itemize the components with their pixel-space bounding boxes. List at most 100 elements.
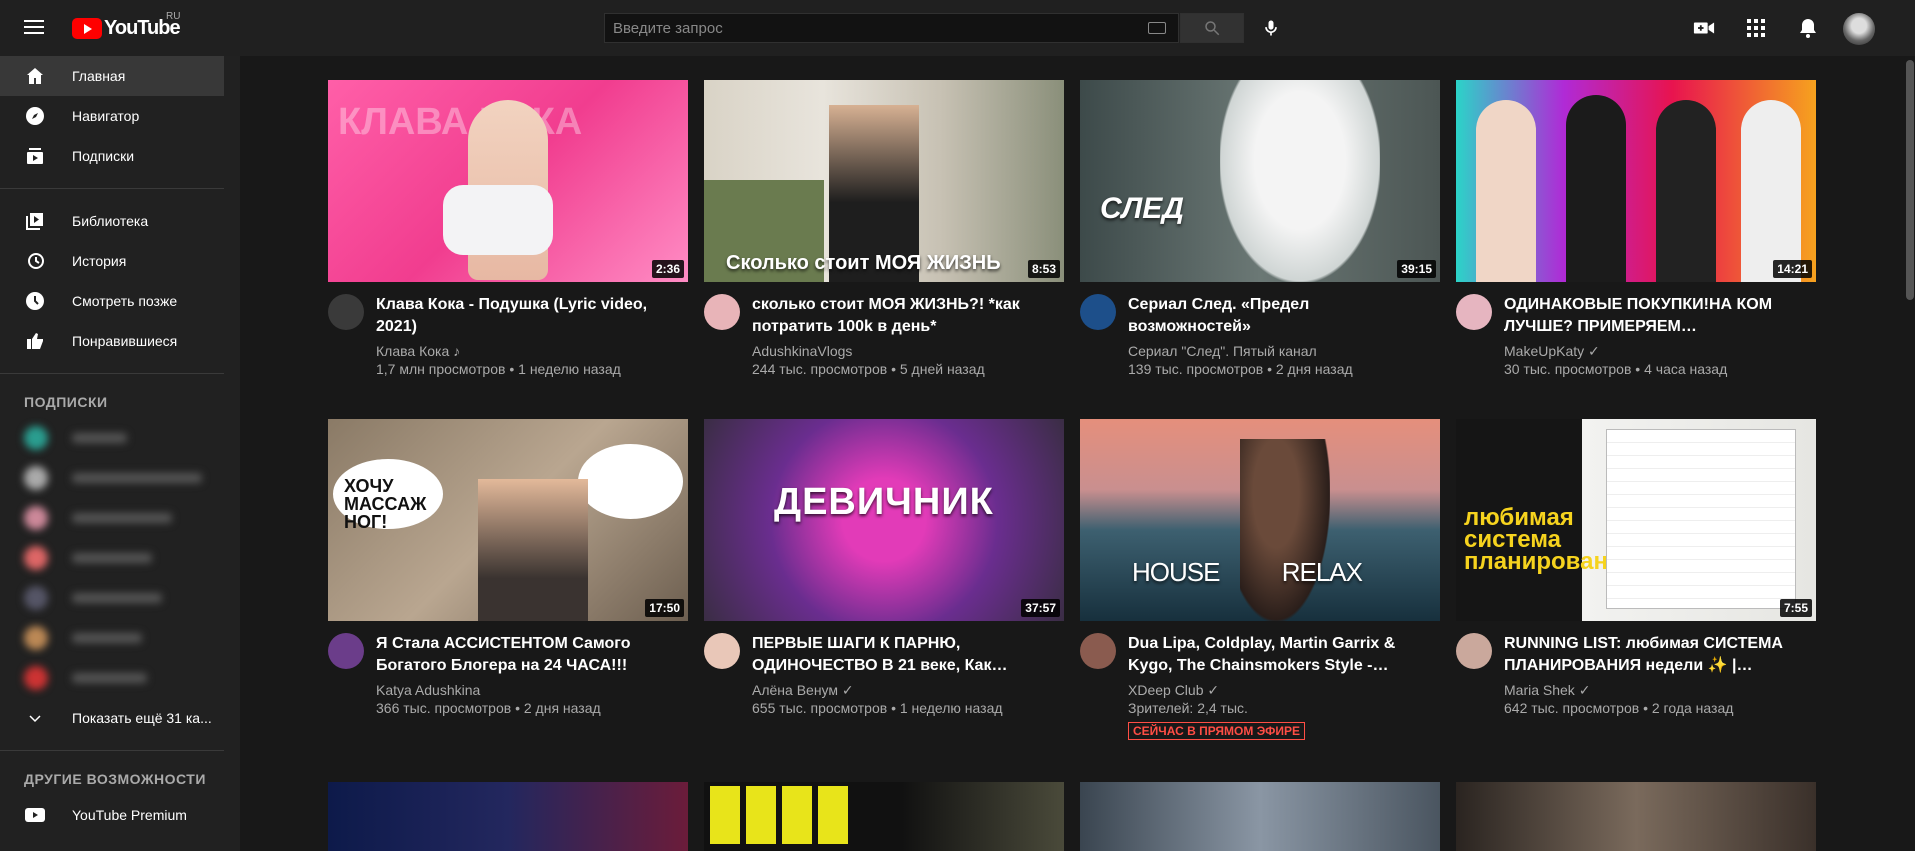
channel-name — [72, 633, 142, 643]
sidebar-item-liked[interactable]: Понравившиеся — [0, 321, 240, 361]
subscription-item[interactable] — [0, 418, 240, 458]
video-stats: 244 тыс. просмотров • 5 дней назад — [752, 361, 985, 377]
video-stats: 1,7 млн просмотров • 1 неделю назад — [376, 361, 621, 377]
video-stats: 642 тыс. просмотров • 2 года назад — [1504, 700, 1734, 716]
video-title[interactable]: Dua Lipa, Coldplay, Martin Garrix & Kygo… — [1128, 633, 1428, 677]
upload-age: 2 года назад — [1651, 700, 1734, 716]
video-card[interactable]: Сколько стоит МОЯ ЖИЗНЬ 8:53 сколько сто… — [704, 80, 1064, 378]
page-scrollbar[interactable] — [1905, 56, 1915, 851]
subscription-item[interactable] — [0, 658, 240, 698]
youtube-premium-icon — [24, 804, 46, 826]
video-thumbnail[interactable] — [1080, 782, 1440, 851]
video-title[interactable]: ПЕРВЫЕ ШАГИ К ПАРНЮ, ОДИНОЧЕСТВО В 21 ве… — [752, 633, 1052, 677]
video-card[interactable]: 14:21 ОДИНАКОВЫЕ ПОКУПКИ!НА КОМ ЛУЧШЕ? П… — [1456, 80, 1816, 378]
channel-avatar[interactable] — [1080, 294, 1116, 330]
channel-name[interactable]: Клава Кока ♪ — [376, 342, 676, 360]
apps-button[interactable] — [1742, 14, 1770, 42]
divider — [0, 373, 224, 374]
channel-name[interactable]: Алёна Венум ✓ — [752, 681, 1052, 699]
sidebar-item-library[interactable]: Библиотека — [0, 201, 240, 241]
sidebar-item-label: YouTube Premium — [72, 807, 187, 823]
video-thumbnail[interactable] — [328, 782, 688, 851]
channel-avatar[interactable] — [1456, 294, 1492, 330]
microphone-icon — [1265, 20, 1277, 36]
video-title[interactable]: ОДИНАКОВЫЕ ПОКУПКИ!НА КОМ ЛУЧШЕ? ПРИМЕРЯ… — [1504, 294, 1804, 338]
sidebar-item-subscriptions[interactable]: Подписки — [0, 136, 240, 176]
video-duration: 37:57 — [1021, 599, 1060, 617]
video-thumbnail[interactable]: СЛЕД 39:15 — [1080, 80, 1440, 282]
region-badge: RU — [166, 11, 181, 22]
video-card[interactable] — [1080, 782, 1440, 851]
video-card[interactable]: СЛЕД 39:15 Сериал След. «Предел возможно… — [1080, 80, 1440, 378]
menu-icon[interactable] — [22, 16, 46, 40]
video-thumbnail[interactable]: 14:21 — [1456, 80, 1816, 282]
show-more-button[interactable]: Показать ещё 31 ка... — [0, 698, 240, 738]
channel-name[interactable]: XDeep Club ✓ — [1128, 681, 1428, 699]
video-title[interactable]: Я Стала АССИСТЕНТОМ Самого Богатого Блог… — [376, 633, 676, 677]
video-card[interactable]: HOUSE RELAX Dua Lipa, Coldplay, Martin G… — [1080, 419, 1440, 740]
video-title[interactable]: Клава Кока - Подушка (Lyric video, 2021) — [376, 294, 676, 338]
channel-name[interactable]: Maria Shek ✓ — [1504, 681, 1804, 699]
speech-bubble — [578, 444, 683, 519]
subscription-item[interactable] — [0, 578, 240, 618]
video-stats: 366 тыс. просмотров • 2 дня назад — [376, 700, 601, 716]
thumbnail-overlay-text: любимая система планирования — [1464, 504, 1637, 575]
video-card[interactable] — [704, 782, 1064, 851]
channel-avatar — [24, 666, 48, 690]
sidebar-item-label: Главная — [72, 68, 126, 84]
thumbnail-figure — [1476, 100, 1536, 282]
channel-avatar[interactable] — [328, 633, 364, 669]
channel-avatar[interactable] — [328, 294, 364, 330]
channel-name[interactable]: AdushkinaVlogs — [752, 342, 1052, 360]
subscription-item[interactable] — [0, 538, 240, 578]
channel-avatar[interactable] — [1456, 633, 1492, 669]
create-video-button[interactable] — [1690, 14, 1718, 42]
search-button[interactable] — [1180, 13, 1244, 43]
video-thumbnail[interactable]: HOUSE RELAX — [1080, 419, 1440, 621]
subscription-item[interactable] — [0, 498, 240, 538]
channel-avatar[interactable] — [1080, 633, 1116, 669]
video-thumbnail[interactable]: любимая система планирования 7:55 — [1456, 419, 1816, 621]
subscription-item[interactable] — [0, 458, 240, 498]
subscription-item[interactable] — [0, 618, 240, 658]
thumbs-up-icon — [24, 330, 46, 352]
video-title[interactable]: сколько стоит МОЯ ЖИЗНЬ?! *как потратить… — [752, 294, 1052, 338]
thumbnail-pillow — [443, 185, 553, 255]
channel-avatar[interactable] — [704, 294, 740, 330]
video-card[interactable]: любимая система планирования 7:55 RUNNIN… — [1456, 419, 1816, 717]
microphone-button[interactable] — [1258, 15, 1284, 41]
view-count: 642 тыс. просмотров — [1504, 700, 1640, 716]
sidebar-item-history[interactable]: История — [0, 241, 240, 281]
video-title[interactable]: RUNNING LIST: любимая СИСТЕМА ПЛАНИРОВАН… — [1504, 633, 1804, 677]
video-duration: 2:36 — [651, 260, 684, 278]
sidebar-item-premium[interactable]: YouTube Premium — [0, 795, 240, 835]
channel-name[interactable]: Katya Adushkina — [376, 681, 676, 699]
youtube-logo[interactable]: YouTube RU — [72, 11, 181, 40]
video-card[interactable]: КЛАВА КОКА 2:36 Клава Кока - Подушка (Ly… — [328, 80, 688, 378]
scrollbar-thumb[interactable] — [1906, 60, 1914, 300]
video-thumbnail[interactable] — [704, 782, 1064, 851]
channel-avatar[interactable] — [704, 633, 740, 669]
video-thumbnail[interactable]: ХОЧУ МАССАЖ НОГ! 17:50 — [328, 419, 688, 621]
sidebar-item-explore[interactable]: Навигатор — [0, 96, 240, 136]
video-card[interactable] — [328, 782, 688, 851]
sidebar-item-watch-later[interactable]: Смотреть позже — [0, 281, 240, 321]
video-card[interactable]: ДЕВИЧНИК 37:57 ПЕРВЫЕ ШАГИ К ПАРНЮ, ОДИН… — [704, 419, 1064, 717]
video-title[interactable]: Сериал След. «Предел возможностей» — [1128, 294, 1428, 338]
upload-age: 5 дней назад — [899, 361, 985, 377]
user-avatar[interactable] — [1843, 13, 1875, 45]
keyboard-icon[interactable] — [1148, 22, 1166, 34]
video-thumbnail[interactable]: Сколько стоит МОЯ ЖИЗНЬ 8:53 — [704, 80, 1064, 282]
video-thumbnail[interactable]: ДЕВИЧНИК 37:57 — [704, 419, 1064, 621]
view-count: 1,7 млн просмотров — [376, 361, 506, 377]
sidebar-item-home[interactable]: Главная — [0, 56, 224, 96]
video-card[interactable] — [1456, 782, 1816, 851]
channel-name[interactable]: MakeUpKaty ✓ — [1504, 342, 1804, 360]
search-box — [604, 13, 1179, 43]
video-thumbnail[interactable] — [1456, 782, 1816, 851]
notifications-button[interactable] — [1794, 14, 1822, 42]
search-input[interactable] — [604, 13, 1179, 43]
channel-name[interactable]: Сериал "След". Пятый канал — [1128, 342, 1428, 360]
video-card[interactable]: ХОЧУ МАССАЖ НОГ! 17:50 Я Стала АССИСТЕНТ… — [328, 419, 688, 717]
video-thumbnail[interactable]: КЛАВА КОКА 2:36 — [328, 80, 688, 282]
